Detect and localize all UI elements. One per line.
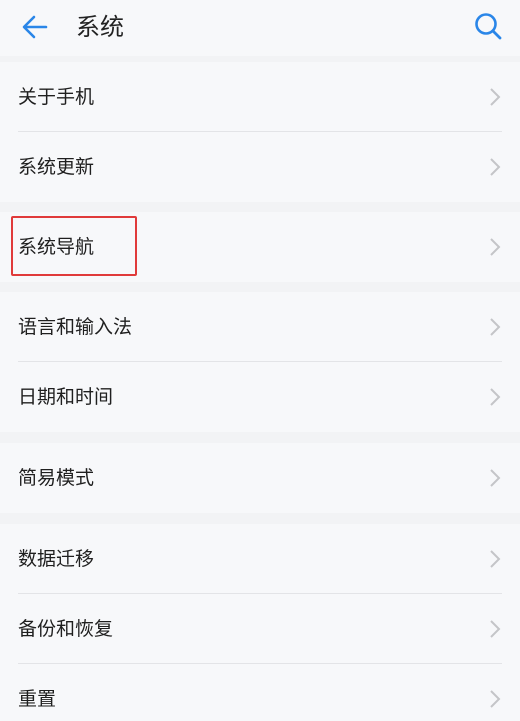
chevron-right-icon	[490, 388, 501, 406]
chevron-right-icon	[490, 620, 501, 638]
menu-item-label: 语言和输入法	[18, 316, 133, 338]
menu-item-about-phone[interactable]: 关于手机	[0, 62, 520, 132]
chevron-right-icon	[490, 318, 501, 336]
highlight-annotation-box	[11, 216, 137, 276]
menu-item-language-input[interactable]: 语言和输入法	[0, 292, 520, 362]
page-title: 系统	[76, 13, 124, 41]
menu-item-simple-mode[interactable]: 简易模式	[0, 443, 520, 513]
menu-item-label: 系统更新	[18, 156, 95, 178]
menu-item-label: 日期和时间	[18, 386, 114, 408]
menu-item-label: 重置	[18, 688, 57, 710]
chevron-right-icon	[490, 469, 501, 487]
chevron-right-icon	[490, 550, 501, 568]
chevron-right-icon	[490, 158, 501, 176]
menu-item-data-migration[interactable]: 数据迁移	[0, 524, 520, 594]
chevron-right-icon	[490, 690, 501, 708]
menu-item-date-time[interactable]: 日期和时间	[0, 362, 520, 432]
menu-item-label: 备份和恢复	[18, 618, 114, 640]
arrow-left-icon[interactable]	[20, 12, 50, 42]
settings-system-page: 系统 关于手机 系统更新 系统导航 语言和输入法 日期和时间 简易模式 数据迁移…	[0, 0, 520, 721]
search-icon[interactable]	[472, 10, 504, 42]
menu-item-system-update[interactable]: 系统更新	[0, 132, 520, 202]
menu-item-label: 关于手机	[18, 86, 95, 108]
settings-group-simple-mode: 简易模式	[0, 443, 520, 513]
menu-item-label: 简易模式	[18, 467, 95, 489]
settings-group-locale: 语言和输入法 日期和时间	[0, 292, 520, 432]
chevron-right-icon	[490, 88, 501, 106]
top-app-bar: 系统	[0, 0, 520, 56]
menu-item-reset[interactable]: 重置	[0, 664, 520, 721]
menu-item-label: 数据迁移	[18, 548, 95, 570]
chevron-right-icon	[490, 238, 501, 256]
menu-item-backup-restore[interactable]: 备份和恢复	[0, 594, 520, 664]
settings-group-device: 关于手机 系统更新	[0, 62, 520, 202]
settings-group-data: 数据迁移 备份和恢复 重置	[0, 524, 520, 721]
